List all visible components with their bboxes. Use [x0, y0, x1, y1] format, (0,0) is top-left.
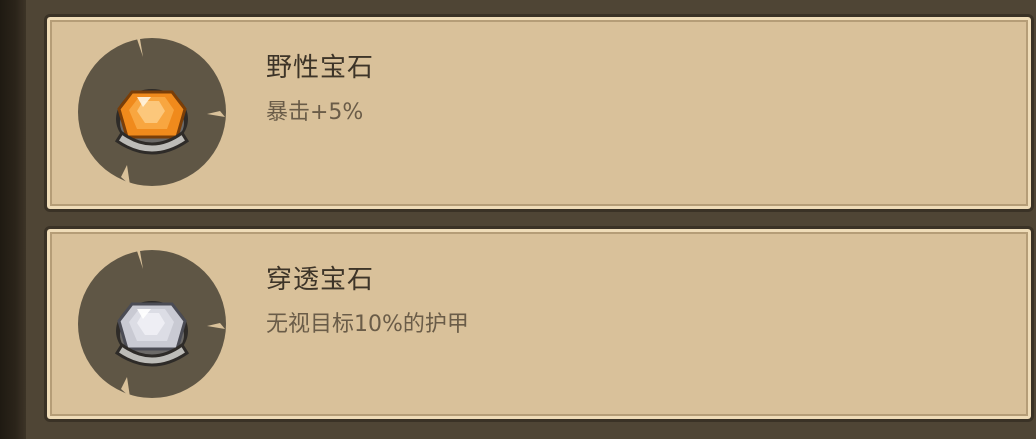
silver-gem-icon: [114, 301, 190, 367]
gem-name: 穿透宝石: [266, 265, 375, 295]
gem-effect: 暴击+5%: [266, 100, 364, 125]
gem-icon-plate: [77, 37, 227, 187]
gem-name: 野性宝石: [266, 53, 375, 83]
screen-left-edge: [0, 0, 26, 439]
orange-gem-icon: [114, 89, 190, 155]
gem-card-wild[interactable]: 野性宝石 暴击+5%: [44, 14, 1034, 212]
gem-icon-plate: [77, 249, 227, 399]
gem-card-penetrate[interactable]: 穿透宝石 无视目标10%的护甲: [44, 226, 1034, 422]
gem-effect: 无视目标10%的护甲: [266, 312, 469, 337]
